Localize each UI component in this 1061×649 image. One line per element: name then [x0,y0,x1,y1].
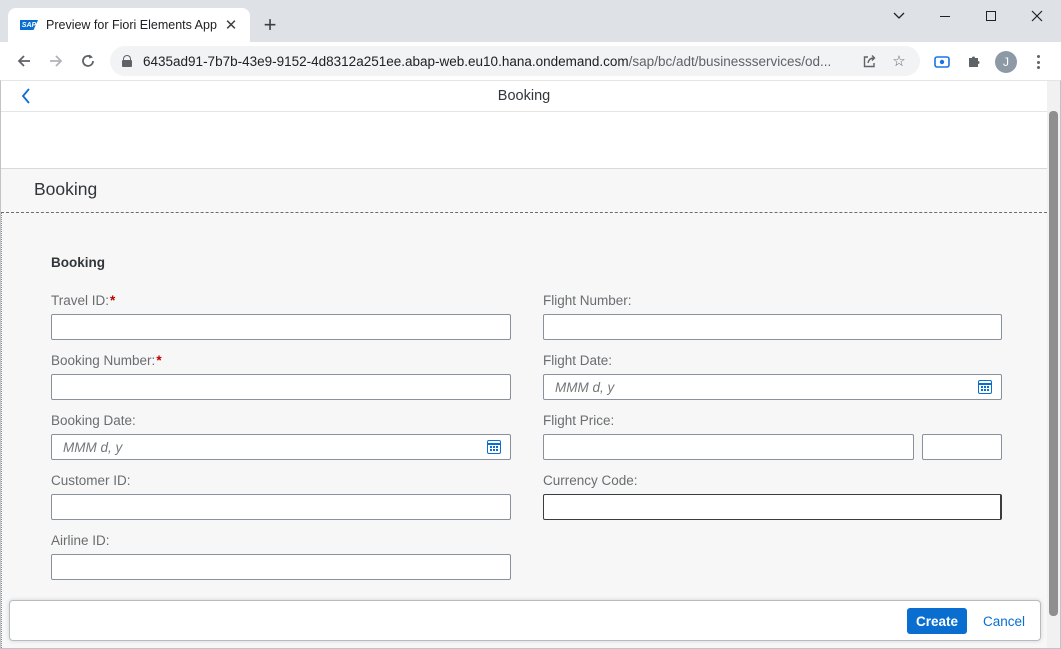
booking-number-input[interactable] [51,374,511,400]
page-scrollbar[interactable] [1047,81,1060,648]
maximize-window-icon[interactable] [968,0,1014,32]
travel-id-label: Travel ID:* [51,293,116,308]
shell-bar: Booking [1,81,1047,112]
tab-search-chevron-icon[interactable] [876,0,922,32]
footer-toolbar: Create Cancel [9,600,1041,641]
screencast-extension-icon[interactable] [931,51,953,73]
tab-title: Preview for Fiori Elements App [46,18,217,32]
flight-price-label: Flight Price: [543,413,615,428]
flight-date-placeholder: MMM d, y [555,380,615,395]
page-title: Booking [34,179,98,199]
extensions-puzzle-icon[interactable] [963,51,985,73]
object-page-header: Booking [1,169,1047,213]
customer-id-input[interactable] [51,494,511,520]
header-band [1,112,1047,169]
airline-id-label: Airline ID: [51,533,110,548]
booking-date-picker[interactable]: MMM d, y [51,434,511,460]
booking-number-label: Booking Number:* [51,353,162,368]
browser-tab[interactable]: SAP Preview for Fiori Elements App ✕ [8,8,250,42]
booking-date-placeholder: MMM d, y [63,440,123,455]
close-tab-icon[interactable]: ✕ [222,16,240,34]
calendar-icon[interactable] [978,380,992,394]
address-bar[interactable]: 6435ad91-7b7b-43e9-9152-4d8312a251ee.aba… [110,46,920,76]
back-arrow-icon[interactable] [10,47,38,75]
required-marker: * [156,353,162,368]
url-text[interactable]: 6435ad91-7b7b-43e9-9152-4d8312a251ee.aba… [143,54,850,69]
browser-tabstrip: SAP Preview for Fiori Elements App ✕ + [0,0,1061,42]
customer-id-label: Customer ID: [51,473,131,488]
scrollbar-thumb[interactable] [1049,111,1058,616]
flight-price-input[interactable] [543,434,914,460]
lock-icon[interactable] [122,55,132,67]
browser-toolbar: 6435ad91-7b7b-43e9-9152-4d8312a251ee.aba… [0,42,1061,80]
forward-arrow-icon[interactable] [42,47,70,75]
create-button[interactable]: Create [907,608,967,634]
section-title: Booking [51,255,105,270]
close-window-icon[interactable] [1014,0,1060,32]
share-icon[interactable] [858,50,880,72]
object-page-content: Booking Travel ID:* Booking Number:* Boo… [1,213,1047,648]
url-host: 6435ad91-7b7b-43e9-9152-4d8312a251ee.aba… [143,53,629,69]
sap-favicon-icon: SAP [20,20,38,30]
airline-id-input[interactable] [51,554,511,580]
shell-title: Booking [497,88,551,104]
minimize-window-icon[interactable] [922,0,968,32]
currency-code-label: Currency Code: [543,473,638,488]
flight-number-input[interactable] [543,314,1002,340]
url-path: /sap/bc/adt/businessservices/od... [628,53,832,69]
required-marker: * [110,293,116,308]
profile-avatar[interactable]: J [995,51,1017,73]
browser-menu-icon[interactable] [1027,51,1049,73]
calendar-icon[interactable] [487,440,501,454]
travel-id-input[interactable] [51,314,511,340]
flight-price-currency-input[interactable] [922,434,1002,460]
cancel-button[interactable]: Cancel [973,608,1035,634]
flight-number-label: Flight Number: [543,293,632,308]
new-tab-icon[interactable]: + [258,13,282,37]
reload-icon[interactable] [74,47,102,75]
currency-code-input[interactable] [543,494,1002,520]
flight-date-picker[interactable]: MMM d, y [543,374,1002,400]
flight-date-label: Flight Date: [543,353,613,368]
bookmark-star-icon[interactable]: ☆ [888,50,910,72]
booking-date-label: Booking Date: [51,413,136,428]
fiori-app: Booking Booking Booking Travel ID:* Book… [0,80,1061,649]
